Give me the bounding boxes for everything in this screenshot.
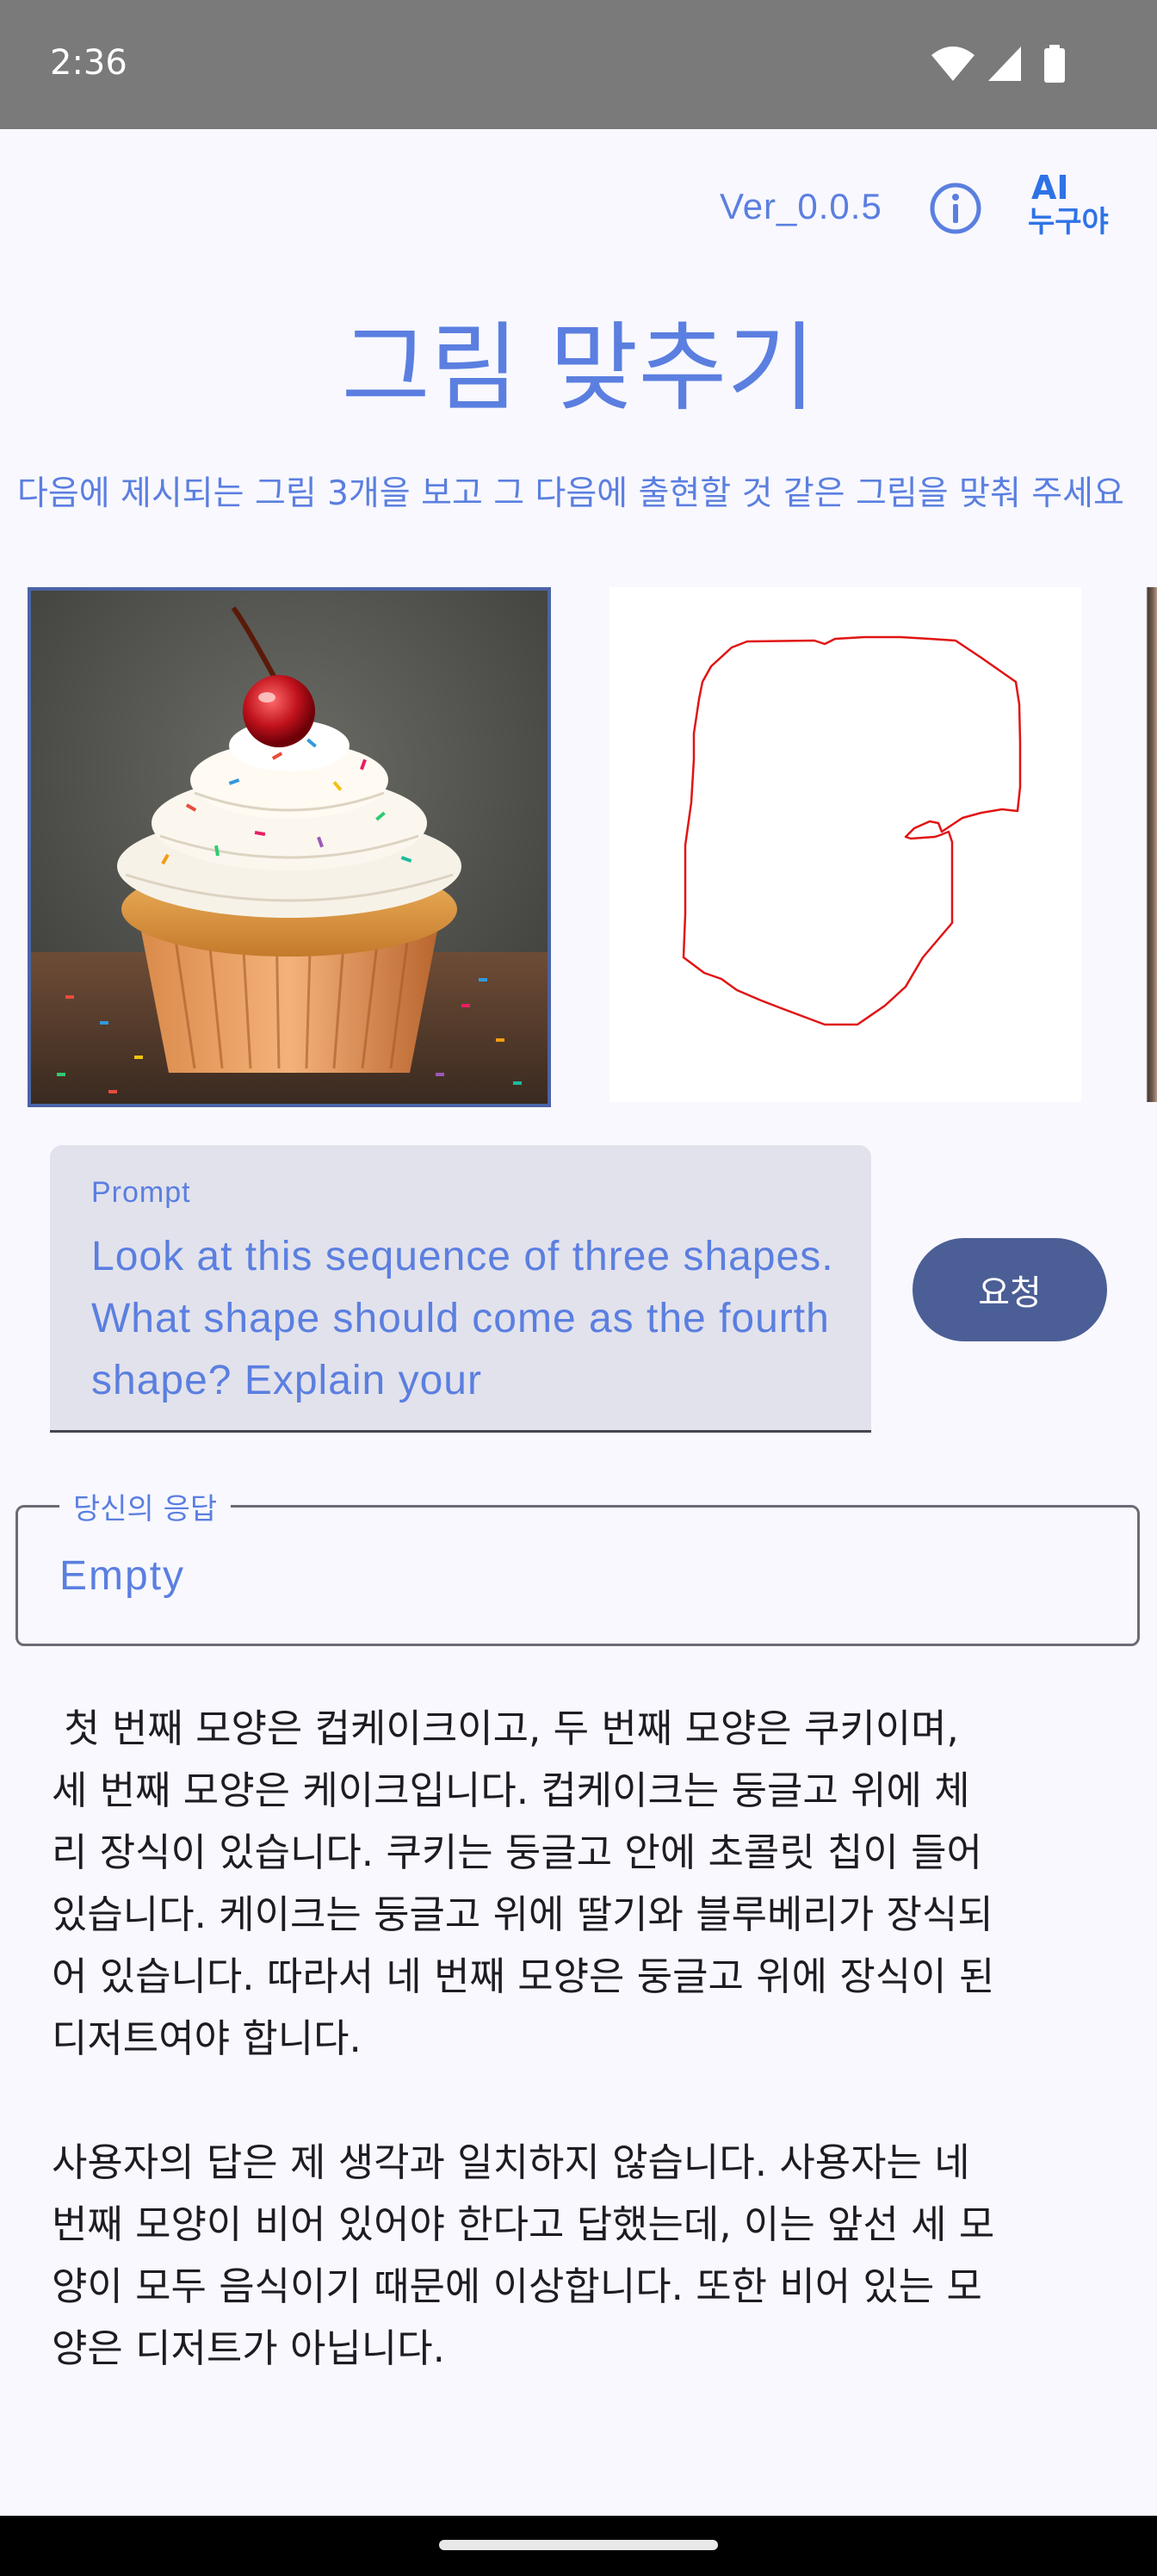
red-outline-drawing[interactable]: [609, 587, 1081, 1102]
prompt-value[interactable]: Look at this sequence of three shapes. W…: [91, 1226, 849, 1412]
instruction-text: 다음에 제시되는 그림 3개을 보고 그 다음에 출현할 것 같은 그림을 맞춰…: [17, 474, 1124, 513]
cellular-signal-icon: [988, 46, 1021, 81]
screen: 2:36 Ver_0.0.5 AI 누구야 그림 맞추기 다음에 제시되는 그림…: [0, 0, 1157, 2576]
wifi-icon: [931, 46, 974, 81]
app-logo: AI 누구야: [1028, 170, 1131, 248]
logo-line2: 누구야: [1028, 205, 1109, 239]
status-bar: 2:36: [0, 0, 1157, 129]
home-gesture-handle[interactable]: [439, 2540, 718, 2550]
info-icon[interactable]: [928, 181, 983, 236]
answer-text: 첫 번째 모양은 컵케이크이고, 두 번째 모양은 쿠키이며, 세 번째 모양은…: [52, 1706, 995, 2371]
prompt-label: Prompt: [91, 1176, 191, 1209]
page-title: 그림 맞추기: [341, 313, 816, 424]
response-label: 당신의 응답: [59, 1485, 232, 1527]
status-time: 2:36: [50, 43, 127, 83]
request-button[interactable]: 요청: [913, 1238, 1107, 1341]
response-value[interactable]: Empty: [59, 1552, 185, 1600]
version-label: Ver_0.0.5: [720, 186, 882, 226]
third-image-partial[interactable]: [1142, 587, 1157, 1102]
prompt-input[interactable]: Prompt Look at this sequence of three sh…: [50, 1145, 871, 1433]
battery-icon: [1044, 45, 1065, 83]
response-input[interactable]: 당신의 응답 Empty: [15, 1485, 1140, 1646]
cupcake-image[interactable]: [28, 587, 551, 1107]
logo-line1: AI: [1031, 169, 1069, 207]
